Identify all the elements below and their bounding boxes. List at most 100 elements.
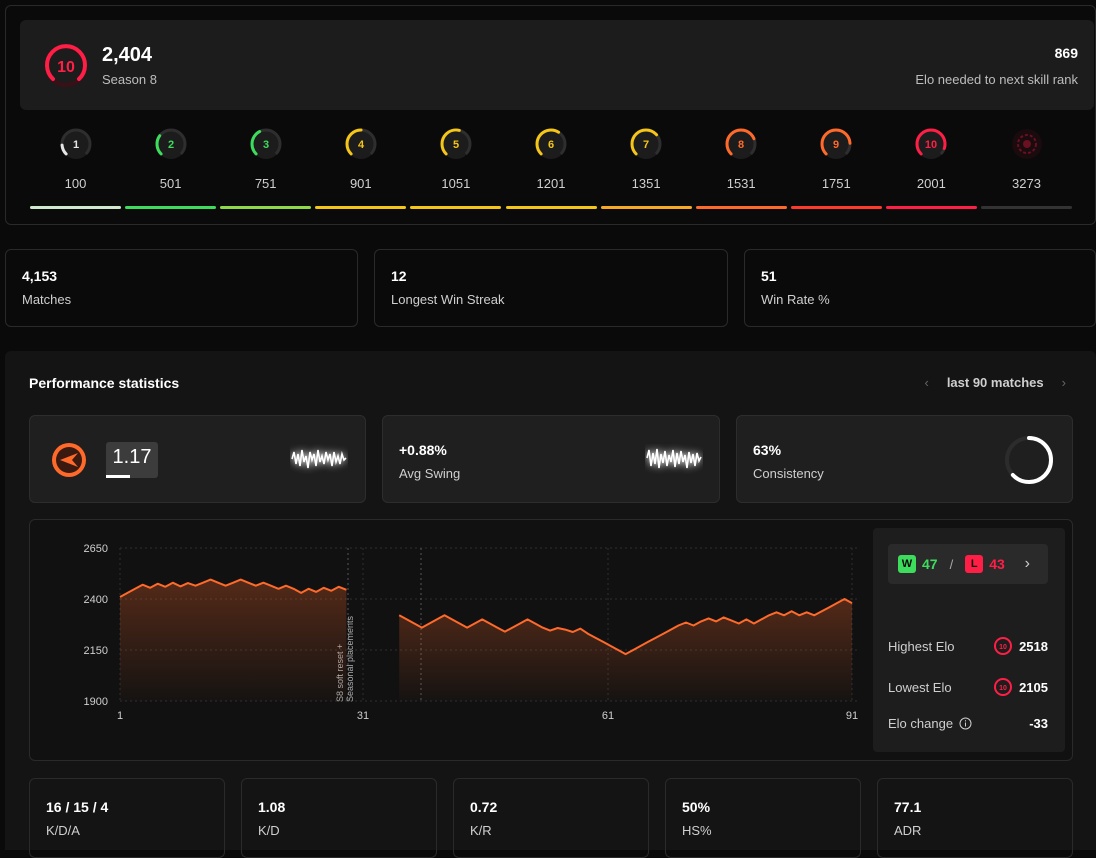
level-2-badge-icon: 2 [155, 128, 187, 160]
skill-level-8: 8 1531 [695, 126, 787, 209]
elo-value: 2,404 [102, 44, 153, 66]
level-1-badge-icon: 1 [60, 128, 91, 160]
matches-card: 4,153 Matches [5, 249, 358, 327]
wins-count: 47 [922, 556, 938, 572]
elo-area-1 [120, 579, 347, 701]
lowest-elo-value: 2105 [1019, 679, 1048, 695]
level-threshold: 1051 [441, 176, 471, 191]
level-progress-segment [505, 206, 597, 209]
win-streak-value: 12 [391, 268, 407, 284]
skill-level-3: 3 751 [220, 126, 312, 209]
hs-label: HS% [682, 823, 712, 838]
level-10-badge-icon: 10 [915, 128, 947, 160]
avg-swing-label: Avg Swing [399, 466, 461, 481]
level-7-badge-icon: 7 [630, 128, 662, 160]
win-rate-label: Win Rate % [761, 292, 830, 307]
level-threshold: 751 [254, 176, 277, 191]
highest-elo-value: 2518 [1019, 638, 1048, 654]
win-streak-card: 12 Longest Win Streak [374, 249, 728, 327]
win-rate-value: 51 [761, 268, 777, 284]
x-tick-label: 91 [846, 710, 858, 722]
challenger-badge-icon [1011, 129, 1042, 159]
level-progress-segment [790, 206, 882, 209]
win-rate-card: 51 Win Rate % [744, 249, 1096, 327]
rating-box: 1.17 [106, 442, 158, 478]
level-progress-segment [125, 206, 217, 209]
season-label: Season 8 [102, 72, 157, 87]
y-tick-label: 2650 [84, 543, 108, 555]
chevron-left-icon[interactable]: ‹ [924, 375, 928, 390]
level-9-badge-icon: 9 [820, 128, 852, 160]
level-progress-segment [981, 206, 1072, 209]
level-threshold: 3273 [1012, 176, 1041, 191]
elo-header: 10 2,404 Season 8 869 Elo needed to next… [20, 20, 1094, 110]
level-threshold: 1751 [821, 176, 851, 191]
skill-level-number: 10 [57, 59, 75, 76]
kd-label: K/D [258, 823, 280, 838]
elo-chart-card: 26502400215019001316191S8 soft reset +Se… [29, 519, 1073, 761]
kd-card: 1.08 K/D [241, 778, 437, 858]
kda-value: 16 / 15 / 4 [46, 799, 109, 815]
level-progress-segment [695, 206, 787, 209]
level-threshold: 2001 [916, 176, 946, 191]
kr-value: 0.72 [470, 799, 498, 815]
elo-chart: 26502400215019001316191S8 soft reset +Se… [84, 543, 859, 722]
lowest-elo-label: Lowest Elo [888, 679, 952, 695]
highest-elo-label: Highest Elo [888, 638, 955, 654]
kr-label: K/R [470, 823, 492, 838]
level-number: 7 [643, 139, 649, 151]
wins-tag: W [898, 555, 916, 573]
elo-card: 10 2,404 Season 8 869 Elo needed to next… [5, 5, 1096, 225]
wl-separator: / [949, 556, 954, 572]
level-progress-segment [315, 206, 407, 209]
elo-change-label: Elo change [888, 716, 954, 731]
level-number: 8 [738, 139, 744, 151]
skill-level-11: 3273 [981, 126, 1072, 209]
performance-title: Performance statistics [29, 375, 180, 391]
level-number: 9 [833, 139, 839, 151]
level-3-badge-icon: 3 [250, 128, 282, 160]
skill-level-5: 5 1051 [410, 126, 502, 209]
elo-summary-panel: W 47 / L 43 › Highest Elo 10 2518 Lowest… [873, 528, 1065, 752]
win-loss-toggle[interactable]: W 47 / L 43 › [888, 544, 1048, 584]
range-label[interactable]: last 90 matches [947, 375, 1044, 390]
chevron-right-icon[interactable]: › [1025, 555, 1030, 573]
level-threshold: 1351 [631, 176, 661, 191]
info-icon[interactable] [959, 717, 972, 730]
level-6-badge-icon: 6 [535, 128, 567, 160]
svg-text:10: 10 [999, 644, 1007, 651]
level-number: 6 [548, 139, 554, 151]
level-10-badge-icon: 10 [994, 637, 1013, 655]
svg-text:10: 10 [999, 685, 1007, 692]
consistency-value: 63% [753, 442, 782, 458]
skill-level-10: 10 2001 [885, 126, 977, 209]
rating-card: 1.17 [29, 415, 366, 503]
chevron-right-icon[interactable]: › [1062, 375, 1066, 390]
level-number: 5 [453, 139, 459, 151]
lowest-elo-row: Lowest Elo 10 2105 [888, 677, 1048, 697]
skill-level-9: 9 1751 [790, 126, 882, 209]
x-tick-label: 31 [357, 710, 369, 722]
level-threshold: 100 [64, 176, 87, 191]
skill-level-6: 6 1201 [505, 126, 597, 209]
level-number: 3 [263, 139, 269, 151]
elo-change-row: Elo change -33 [888, 716, 1048, 731]
level-threshold: 1201 [536, 176, 566, 191]
consistency-label: Consistency [753, 466, 824, 481]
swing-sparkline-icon [646, 448, 702, 469]
rating-bar [106, 475, 130, 478]
y-tick-label: 2150 [84, 645, 108, 657]
matches-label: Matches [22, 292, 72, 307]
level-8-badge-icon: 8 [725, 128, 757, 160]
kda-label: K/D/A [46, 823, 80, 838]
level-number: 4 [358, 139, 365, 151]
level-threshold: 501 [159, 176, 182, 191]
consistency-ring-icon [1005, 436, 1053, 484]
level-number: 2 [168, 139, 174, 151]
range-selector: ‹ last 90 matches › [924, 375, 1066, 390]
level-threshold: 1531 [726, 176, 756, 191]
adr-value: 77.1 [894, 799, 922, 815]
kd-value: 1.08 [258, 799, 286, 815]
y-tick-label: 2400 [84, 594, 108, 606]
matches-value: 4,153 [22, 268, 58, 284]
